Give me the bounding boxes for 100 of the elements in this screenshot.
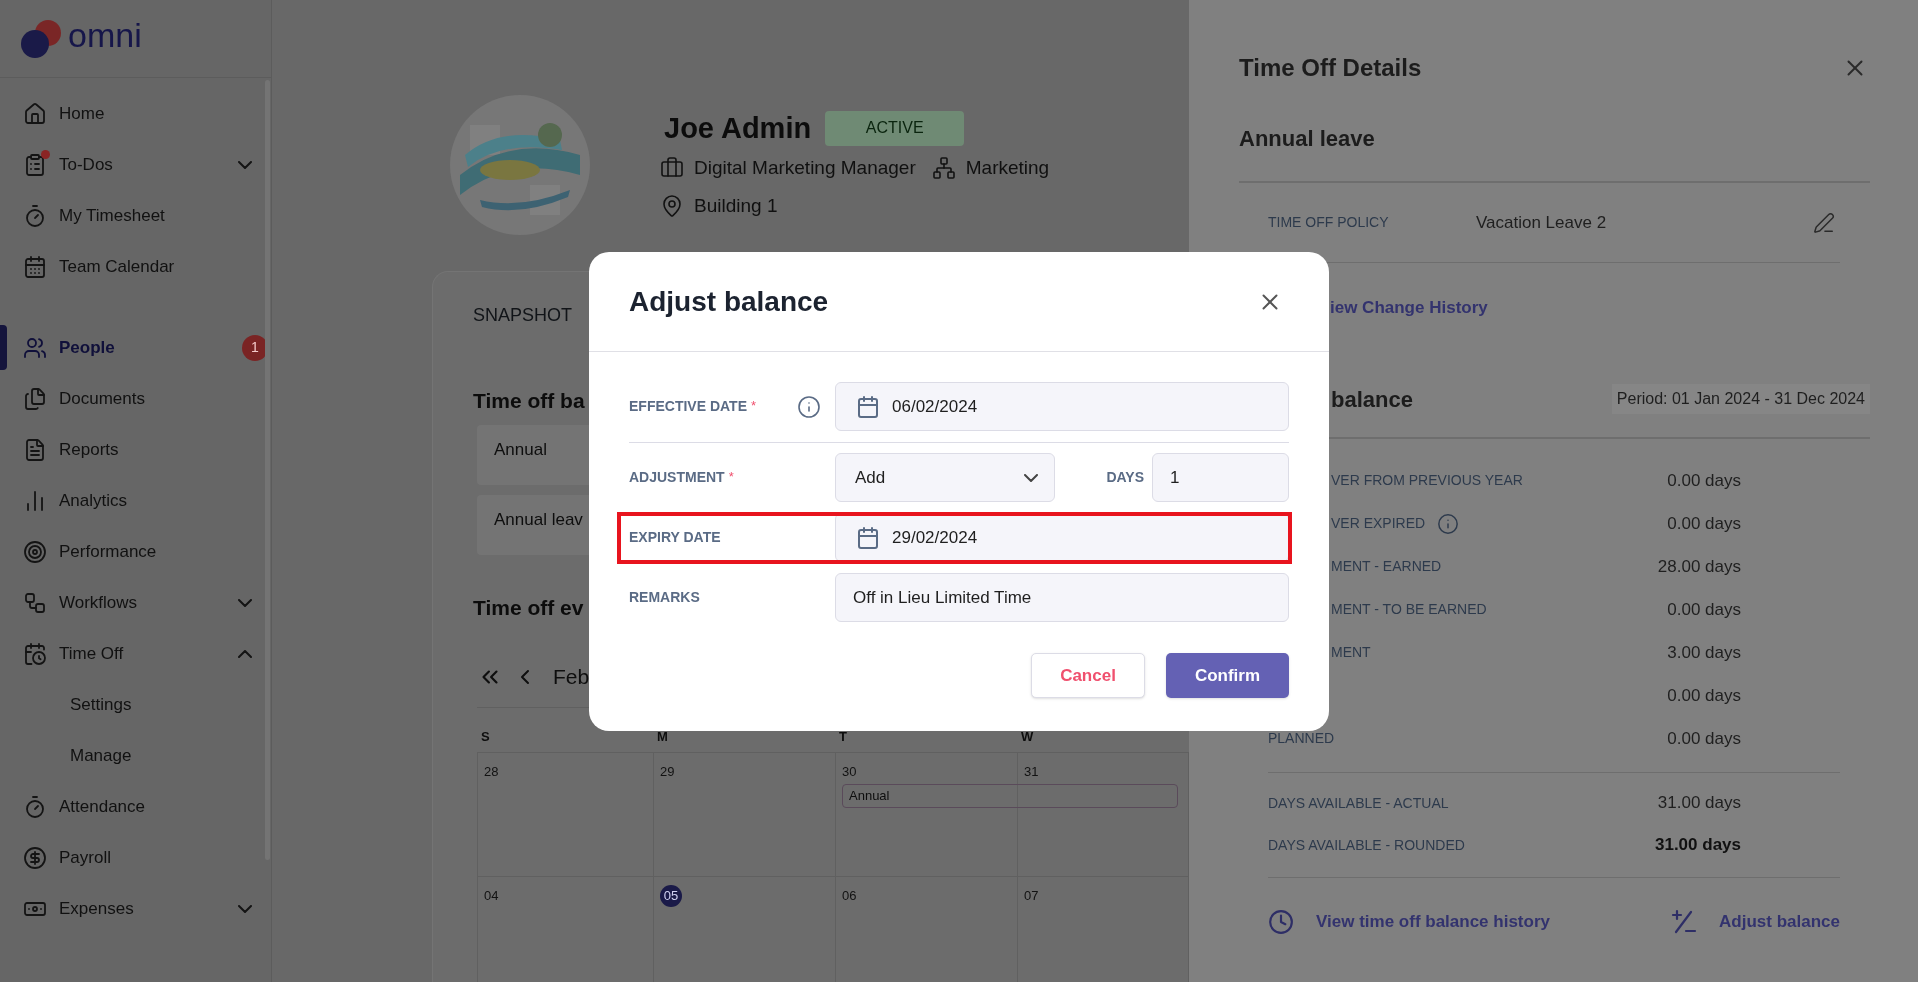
- clock-icon: [1268, 909, 1294, 935]
- stopwatch-icon: [23, 203, 47, 228]
- policy-label: TIME OFF POLICY: [1268, 213, 1390, 232]
- sidebar-item[interactable]: People: [0, 322, 242, 373]
- weekday-label: S: [480, 727, 490, 746]
- calendar-event[interactable]: Annual: [842, 784, 1178, 808]
- number-field[interactable]: 1: [1152, 453, 1289, 502]
- total-value: 31.00 days: [1655, 834, 1741, 857]
- balance-value: 0.00 days: [1667, 469, 1741, 492]
- total-value: 31.00 days: [1657, 792, 1741, 815]
- logo-icon: [20, 18, 62, 59]
- sidebar-item[interactable]: Home: [0, 88, 268, 139]
- day-number: 30: [842, 763, 857, 781]
- balance-label: VER EXPIRED: [1331, 514, 1426, 533]
- sidebar-subitem[interactable]: Manage: [0, 730, 271, 781]
- required-mark: *: [728, 468, 734, 486]
- job-title: Digital Marketing Manager: [694, 155, 916, 180]
- status-badge: ACTIVE: [825, 110, 965, 146]
- sidebar-subitem[interactable]: Settings: [0, 679, 271, 730]
- info-icon[interactable]: [797, 394, 821, 419]
- balance-value: 28.00 days: [1657, 555, 1741, 578]
- sidebar-item[interactable]: Analytics: [0, 475, 268, 526]
- calendar-icon: [856, 394, 880, 419]
- section-heading: Time off ba: [473, 388, 585, 414]
- edit-icon[interactable]: [1813, 211, 1835, 234]
- field-label: EXPIRY DATE: [629, 528, 721, 547]
- location-pin-icon: [660, 194, 684, 218]
- confirm-button[interactable]: Confirm: [1166, 653, 1289, 698]
- balance-value: 0.00 days: [1667, 727, 1741, 750]
- panel-title: Time Off Details: [1239, 53, 1422, 83]
- sidebar-item[interactable]: To-Dos: [0, 139, 268, 190]
- target-icon: [23, 539, 47, 564]
- day-number: 05: [660, 884, 682, 907]
- change-history-link[interactable]: iew Change History: [1330, 293, 1488, 323]
- sidebar-item[interactable]: Performance: [0, 526, 268, 577]
- sidebar-item[interactable]: Documents: [0, 373, 268, 424]
- sidebar-item[interactable]: Attendance: [0, 781, 268, 832]
- weekday-label: T: [838, 727, 847, 746]
- select-field[interactable]: Add: [835, 453, 1055, 502]
- dollar-icon: [23, 845, 47, 870]
- sidebar-item[interactable]: My Timesheet: [0, 190, 268, 241]
- clipboard-icon: [23, 152, 47, 177]
- sidebar-item[interactable]: Workflows: [0, 577, 268, 628]
- field-label: REMARKS: [629, 588, 700, 607]
- balance-label: MENT: [1331, 643, 1371, 662]
- day-number: 28: [484, 763, 499, 781]
- section-heading: Time off ev: [473, 595, 584, 621]
- plus-minus-icon: [1671, 909, 1698, 935]
- people-icon: [23, 335, 47, 360]
- dialog-title: Adjust balance: [629, 284, 829, 319]
- sidebar-item[interactable]: Expenses: [0, 883, 268, 934]
- cancel-button[interactable]: Cancel: [1031, 653, 1145, 698]
- sidebar-item[interactable]: Reports: [0, 424, 268, 475]
- workflow-icon: [23, 590, 47, 615]
- field-label: DAYS: [1106, 468, 1144, 487]
- balance-history-link[interactable]: View time off balance history: [1316, 909, 1550, 935]
- home-icon: [23, 101, 47, 126]
- field-label: ADJUSTMENT: [629, 468, 725, 487]
- calendar-icon: [856, 525, 880, 550]
- employee-name: Joe Admin: [664, 111, 812, 146]
- text-field[interactable]: Off in Lieu Limited Time: [835, 573, 1289, 622]
- balance-value: 0.00 days: [1667, 598, 1741, 621]
- required-mark: *: [750, 397, 757, 415]
- hierarchy-icon: [931, 156, 956, 180]
- sidebar-item[interactable]: Team Calendar: [0, 241, 268, 292]
- location: Building 1: [694, 193, 778, 218]
- balance-heading: balance: [1331, 385, 1413, 414]
- briefcase-icon: [660, 156, 684, 180]
- scrollbar[interactable]: [265, 80, 270, 860]
- stopwatch-icon: [23, 794, 47, 819]
- logo-text: omni: [68, 17, 142, 52]
- month-label: Feb: [553, 664, 590, 691]
- balance-label: MENT - EARNED: [1331, 557, 1442, 576]
- balance-value: 0.00 days: [1667, 684, 1741, 707]
- date-field[interactable]: 06/02/2024: [835, 382, 1289, 431]
- total-label: DAYS AVAILABLE - ROUNDED: [1268, 835, 1466, 855]
- adjust-balance-link[interactable]: Adjust balance: [1719, 909, 1840, 935]
- field-label: EFFECTIVE DATE: [629, 397, 747, 416]
- day-number: 29: [660, 763, 675, 781]
- day-number: 31: [1024, 763, 1039, 781]
- total-label: DAYS AVAILABLE - ACTUAL: [1268, 793, 1450, 813]
- calendar-icon: [23, 254, 47, 279]
- weekday-label: W: [1020, 727, 1034, 746]
- balance-label: VER FROM PREVIOUS YEAR: [1331, 471, 1523, 490]
- balance-label: PLANNED: [1268, 729, 1335, 748]
- department: Marketing: [965, 155, 1050, 180]
- leave-type-heading: Annual leave: [1239, 125, 1375, 153]
- balance-label: MENT - TO BE EARNED: [1331, 600, 1487, 619]
- snapshot-tab[interactable]: SNAPSHOT: [473, 302, 573, 328]
- report-icon: [23, 437, 47, 462]
- period-chip: Period: 01 Jan 2024 - 31 Dec 2024: [1611, 384, 1870, 414]
- info-icon[interactable]: [1437, 512, 1460, 535]
- sidebar-item[interactable]: Payroll: [0, 832, 268, 883]
- count-badge: 1: [242, 334, 268, 361]
- sidebar-item[interactable]: Time Off: [0, 628, 268, 679]
- day-number: 04: [484, 887, 499, 905]
- calendar-clock-icon: [23, 641, 47, 666]
- day-number: 07: [1024, 887, 1039, 905]
- documents-icon: [23, 386, 47, 411]
- chevron-down-icon: [1024, 473, 1038, 482]
